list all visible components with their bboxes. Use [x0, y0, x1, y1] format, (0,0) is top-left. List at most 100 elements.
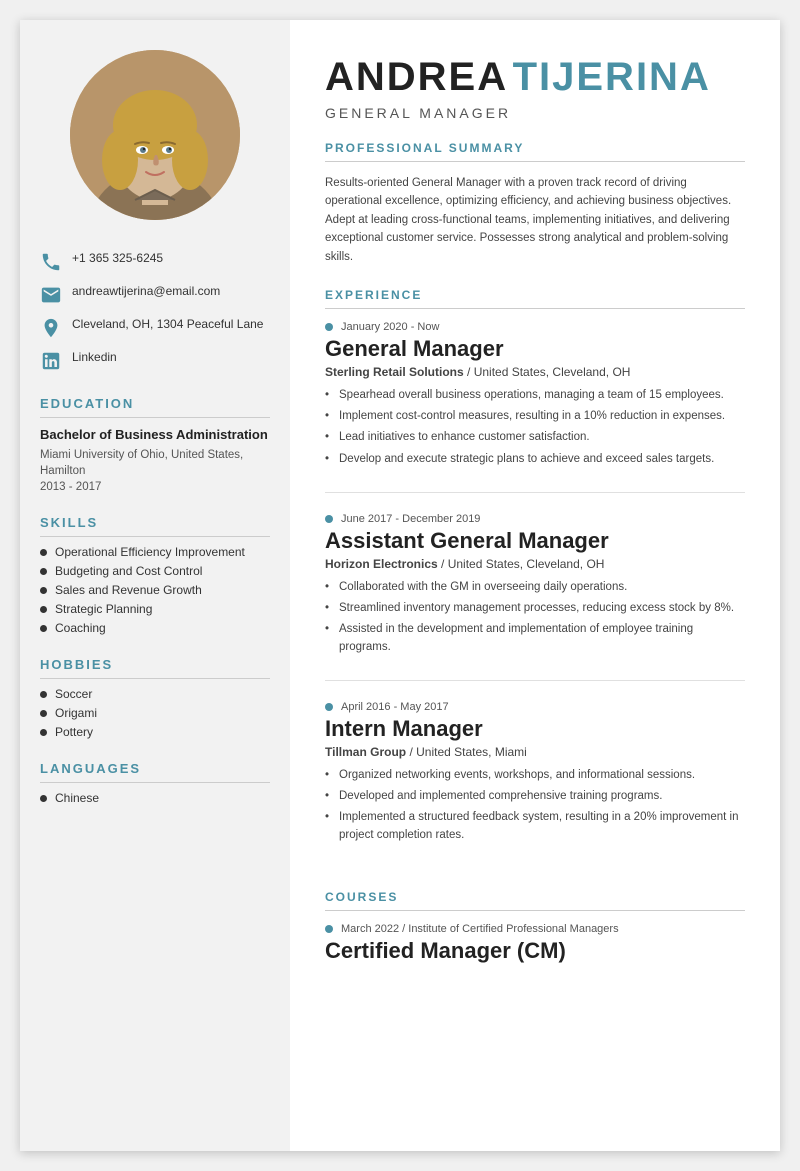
bullet-icon	[40, 710, 47, 717]
bullet-icon	[40, 587, 47, 594]
experience-item: April 2016 - May 2017Intern ManagerTillm…	[325, 701, 745, 868]
photo-section	[40, 50, 270, 220]
edu-years: 2013 - 2017	[40, 481, 270, 493]
course-dot	[325, 925, 333, 933]
hobby-item: Soccer	[40, 687, 270, 701]
language-item: Chinese	[40, 791, 270, 805]
exp-company-name: Sterling Retail Solutions	[325, 365, 464, 379]
email-icon	[40, 284, 62, 306]
exp-company-name: Horizon Electronics	[325, 557, 438, 571]
phone-text: +1 365 325-6245	[72, 250, 163, 267]
exp-role: Intern Manager	[325, 716, 745, 742]
skill-text: Coaching	[55, 621, 106, 635]
skill-item: Budgeting and Cost Control	[40, 564, 270, 578]
exp-bullet: Implemented a structured feedback system…	[325, 809, 745, 844]
skill-item: Operational Efficiency Improvement	[40, 545, 270, 559]
edu-degree: Bachelor of Business Administration	[40, 426, 270, 444]
bullet-icon	[40, 691, 47, 698]
profile-photo	[70, 50, 240, 220]
exp-bullet: Assisted in the development and implemen…	[325, 621, 745, 656]
course-date-inst-text: March 2022 / Institute of Certified Prof…	[341, 923, 619, 935]
languages-list: Chinese	[40, 791, 270, 805]
right-column: ANDREA TIJERINA GENERAL MANAGER PROFESSI…	[290, 20, 780, 1151]
bullet-icon	[40, 729, 47, 736]
exp-bullet: Developed and implemented comprehensive …	[325, 788, 745, 805]
exp-date-dot	[325, 323, 333, 331]
bullet-icon	[40, 568, 47, 575]
bullet-icon	[40, 606, 47, 613]
left-column: +1 365 325-6245 andreawtijerina@email.co…	[20, 20, 290, 1151]
linkedin-icon	[40, 350, 62, 372]
location-icon	[40, 317, 62, 339]
exp-date: April 2016 - May 2017	[325, 701, 745, 713]
exp-bullets: Organized networking events, workshops, …	[325, 767, 745, 844]
bullet-icon	[40, 549, 47, 556]
courses-title: COURSES	[325, 890, 745, 911]
exp-bullet: Organized networking events, workshops, …	[325, 767, 745, 784]
skills-list: Operational Efficiency Improvement Budget…	[40, 545, 270, 635]
hobbies-section: HOBBIES Soccer Origami Pottery	[40, 657, 270, 739]
skill-item: Sales and Revenue Growth	[40, 583, 270, 597]
hobby-text: Soccer	[55, 687, 92, 701]
education-title: EDUCATION	[40, 396, 270, 418]
email-text: andreawtijerina@email.com	[72, 283, 220, 300]
linkedin-item[interactable]: Linkedin	[40, 349, 270, 372]
hobby-text: Pottery	[55, 725, 93, 739]
linkedin-text: Linkedin	[72, 349, 117, 366]
job-title: GENERAL MANAGER	[325, 105, 745, 121]
hobby-item: Pottery	[40, 725, 270, 739]
exp-bullet: Develop and execute strategic plans to a…	[325, 451, 745, 468]
exp-separator: / United States, Miami	[409, 745, 526, 759]
phone-item: +1 365 325-6245	[40, 250, 270, 273]
summary-section: PROFESSIONAL SUMMARY Results-oriented Ge…	[325, 141, 745, 266]
exp-date: June 2017 - December 2019	[325, 513, 745, 525]
skill-item: Coaching	[40, 621, 270, 635]
hobbies-list: Soccer Origami Pottery	[40, 687, 270, 739]
exp-bullet: Streamlined inventory management process…	[325, 600, 745, 617]
contact-section: +1 365 325-6245 andreawtijerina@email.co…	[40, 250, 270, 372]
exp-date-dot	[325, 515, 333, 523]
hobby-text: Origami	[55, 706, 97, 720]
skills-section: SKILLS Operational Efficiency Improvemen…	[40, 515, 270, 635]
education-section: EDUCATION Bachelor of Business Administr…	[40, 396, 270, 493]
skill-text: Strategic Planning	[55, 602, 152, 616]
exp-date-text: January 2020 - Now	[341, 321, 439, 333]
hobbies-title: HOBBIES	[40, 657, 270, 679]
experience-item: January 2020 - Now General Manager Sterlin…	[325, 321, 745, 493]
bullet-icon	[40, 625, 47, 632]
edu-school: Miami University of Ohio, United States,…	[40, 447, 270, 479]
languages-title: LANGUAGES	[40, 761, 270, 783]
hobby-item: Origami	[40, 706, 270, 720]
course-date-inst: March 2022 / Institute of Certified Prof…	[325, 923, 745, 935]
course-item: March 2022 / Institute of Certified Prof…	[325, 923, 745, 964]
experience-section: EXPERIENCE January 2020 - Now General Man…	[325, 288, 745, 868]
experience-item: June 2017 - December 2019 Assistant Gener…	[325, 513, 745, 681]
exp-company-line: Sterling Retail Solutions / United State…	[325, 365, 745, 379]
email-item: andreawtijerina@email.com	[40, 283, 270, 306]
experience-list: January 2020 - Now General Manager Sterlin…	[325, 321, 745, 868]
last-name: TIJERINA	[513, 55, 711, 99]
exp-separator: / United States, Cleveland, OH	[441, 557, 604, 571]
name-block: ANDREA TIJERINA	[325, 55, 745, 100]
exp-bullet: Implement cost-control measures, resulti…	[325, 408, 745, 425]
skill-text: Sales and Revenue Growth	[55, 583, 202, 597]
exp-date: January 2020 - Now	[325, 321, 745, 333]
skill-text: Budgeting and Cost Control	[55, 564, 202, 578]
summary-text: Results-oriented General Manager with a …	[325, 174, 745, 266]
course-name: Certified Manager (CM)	[325, 938, 745, 964]
languages-section: LANGUAGES Chinese	[40, 761, 270, 805]
skill-text: Operational Efficiency Improvement	[55, 545, 245, 559]
skill-item: Strategic Planning	[40, 602, 270, 616]
exp-role: Assistant General Manager	[325, 528, 745, 554]
exp-date-text: June 2017 - December 2019	[341, 513, 480, 525]
experience-title: EXPERIENCE	[325, 288, 745, 309]
address-text: Cleveland, OH, 1304 Peaceful Lane	[72, 316, 263, 333]
exp-company-line: Horizon Electronics / United States, Cle…	[325, 557, 745, 571]
summary-title: PROFESSIONAL SUMMARY	[325, 141, 745, 162]
exp-separator: / United States, Cleveland, OH	[467, 365, 630, 379]
exp-role: General Manager	[325, 336, 745, 362]
first-name: ANDREA	[325, 55, 508, 99]
language-text: Chinese	[55, 791, 99, 805]
resume-container: +1 365 325-6245 andreawtijerina@email.co…	[20, 20, 780, 1151]
exp-bullet: Lead initiatives to enhance customer sat…	[325, 429, 745, 446]
